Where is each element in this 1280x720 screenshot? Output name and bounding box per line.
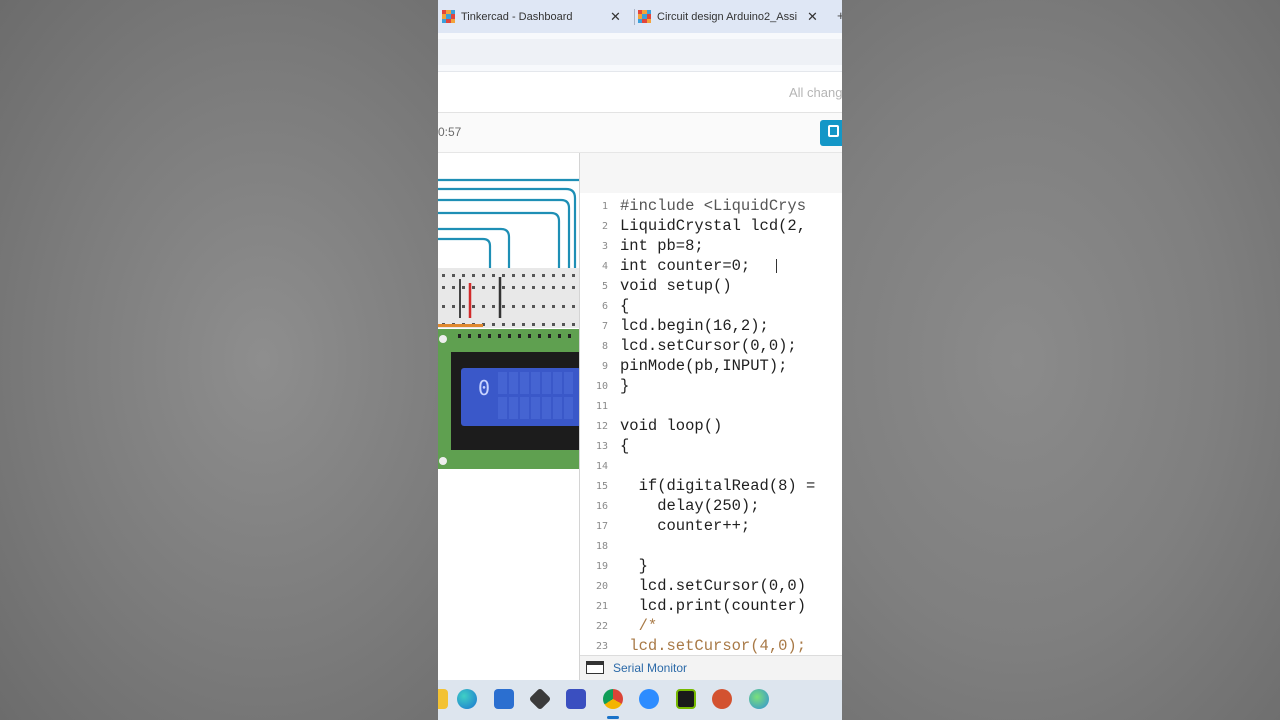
simulation-timer: 0:57 (438, 125, 462, 139)
chrome-icon[interactable] (603, 689, 623, 709)
code-line[interactable]: LiquidCrystal lcd(2, (620, 217, 806, 235)
tab-title: Circuit design Arduino2_Assign (657, 10, 797, 23)
line-number: 8 (601, 341, 608, 352)
code-line[interactable]: counter++; (620, 517, 750, 535)
tab-tinkercad-dashboard[interactable]: Tinkercad - Dashboard ✕ (438, 0, 634, 33)
circuit-canvas[interactable]: 0 (438, 153, 579, 653)
code-line[interactable]: lcd.setCursor(0,0); (620, 337, 797, 355)
edge-dev-icon[interactable] (749, 689, 769, 709)
code-line[interactable]: { (620, 297, 629, 315)
line-number: 10 (595, 381, 608, 392)
code-line[interactable]: lcd.print(counter) (620, 597, 806, 615)
line-number: 2 (601, 221, 608, 232)
background-right (842, 0, 1280, 720)
code-line[interactable]: #include <LiquidCrys (620, 197, 806, 215)
line-number: 15 (595, 481, 608, 492)
code-line[interactable]: int counter=0; (620, 257, 750, 275)
code-line[interactable]: } (620, 377, 629, 395)
code-editor[interactable]: 1 2 3 4 5 6 7 8 9 10 11 12 13 14 15 16 1… (580, 193, 842, 655)
zoom-icon[interactable] (639, 689, 659, 709)
active-app-indicator (607, 716, 619, 719)
close-icon[interactable]: ✕ (807, 9, 818, 25)
code-line[interactable]: pinMode(pb,INPUT); (620, 357, 787, 375)
line-number: 11 (595, 401, 608, 412)
tinkercad-logo-icon (442, 10, 455, 23)
line-number: 12 (595, 421, 608, 432)
line-number: 7 (601, 321, 608, 332)
tab-circuit-design[interactable]: Circuit design Arduino2_Assign ✕ (634, 0, 842, 33)
line-number: 21 (595, 601, 608, 612)
store-icon[interactable] (494, 689, 514, 709)
browser-window: Tinkercad - Dashboard ✕ Circuit design A… (438, 0, 842, 720)
app-icon[interactable] (528, 687, 552, 711)
code-line[interactable]: lcd.begin(16,2); (620, 317, 769, 335)
tab-bar: Tinkercad - Dashboard ✕ Circuit design A… (438, 0, 842, 33)
code-line[interactable]: } (620, 557, 648, 575)
taskbar (438, 680, 842, 720)
file-explorer-icon[interactable] (438, 689, 448, 709)
line-number: 3 (601, 241, 608, 252)
code-line[interactable]: lcd.setCursor(4,0); (620, 637, 806, 655)
save-status: All chang (789, 85, 842, 100)
line-number: 4 (601, 261, 608, 272)
code-line[interactable]: delay(250); (620, 497, 759, 515)
new-tab-button[interactable]: + (837, 8, 842, 23)
serial-monitor-bar[interactable]: Serial Monitor (580, 655, 842, 681)
code-line[interactable]: void setup() (620, 277, 732, 295)
close-icon[interactable]: ✕ (610, 9, 621, 25)
background-left (0, 0, 438, 720)
tinkercad-logo-icon (638, 10, 651, 23)
lcd-display-text: 0 (478, 376, 491, 400)
code-editor-header (580, 153, 842, 194)
line-number: 6 (601, 301, 608, 312)
edge-icon[interactable] (457, 689, 477, 709)
line-number: 16 (595, 501, 608, 512)
line-number: 5 (601, 281, 608, 292)
serial-monitor-icon (586, 661, 604, 674)
line-number: 20 (595, 581, 608, 592)
code-icon (828, 125, 839, 137)
code-line[interactable]: void loop() (620, 417, 722, 435)
editor-toolbar: 0:57 (438, 113, 842, 153)
circuit-drawing (438, 178, 579, 469)
line-number: 23 (595, 641, 608, 652)
code-line[interactable]: if(digitalRead(8) = (620, 477, 816, 495)
address-bar (438, 33, 842, 72)
url-field[interactable] (438, 39, 842, 65)
serial-monitor-label: Serial Monitor (613, 661, 688, 675)
code-line[interactable]: lcd.setCursor(0,0) (620, 577, 806, 595)
code-line[interactable]: { (620, 437, 629, 455)
line-number: 22 (595, 621, 608, 632)
line-number: 9 (601, 361, 608, 372)
line-number: 19 (595, 561, 608, 572)
text-cursor-icon (776, 259, 777, 273)
app-header: All chang (438, 72, 842, 113)
mathway-icon[interactable] (566, 689, 586, 709)
powerpoint-icon[interactable] (712, 689, 732, 709)
tab-title: Tinkercad - Dashboard (461, 10, 573, 23)
line-number: 1 (601, 201, 608, 212)
code-line[interactable]: /* (620, 617, 658, 635)
code-line[interactable]: int pb=8; (620, 237, 704, 255)
nvidia-icon[interactable] (676, 689, 696, 709)
line-number: 13 (595, 441, 608, 452)
code-button[interactable] (820, 120, 842, 146)
line-number: 14 (595, 461, 608, 472)
line-number: 17 (595, 521, 608, 532)
line-number: 18 (595, 541, 608, 552)
